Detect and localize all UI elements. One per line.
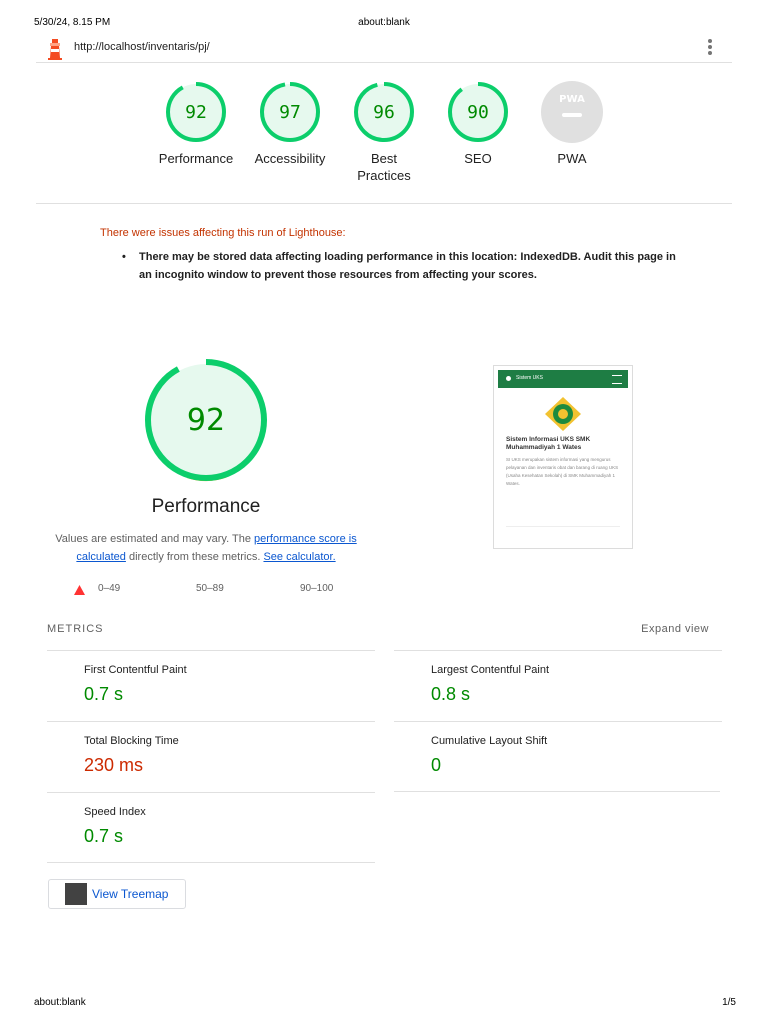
gauge-score: 92 <box>185 102 207 123</box>
expand-view-toggle[interactable]: Expand view <box>641 623 709 635</box>
more-options-icon[interactable] <box>706 39 714 57</box>
warning-title: There were issues affecting this run of … <box>100 227 346 239</box>
lighthouse-logo-icon <box>48 39 62 60</box>
metric-label: First Contentful Paint <box>84 664 187 676</box>
gauge-score: 97 <box>279 102 301 123</box>
metrics-header: METRICS <box>47 623 104 635</box>
performance-title: Performance <box>151 496 261 517</box>
print-title: about:blank <box>358 17 410 28</box>
performance-score: 92 <box>187 403 225 438</box>
desc-prefix: Values are estimated and may vary. The <box>55 533 254 545</box>
screenshot-bar-title: Sistem UKS <box>516 375 543 381</box>
gauge-pwa[interactable]: PWA PWA <box>522 80 622 167</box>
gauge-performance[interactable]: 92 Performance <box>146 80 246 167</box>
pwa-badge-icon: PWA <box>541 81 603 143</box>
metric-label: Total Blocking Time <box>84 735 179 747</box>
metric-value: 0 <box>431 755 442 775</box>
performance-score-gauge-icon: 92 <box>145 359 267 481</box>
warning-list: • There may be stored data affecting loa… <box>122 248 682 284</box>
category-gauges: 92 Performance 97 Accessibility 96 Best … <box>146 80 616 190</box>
final-screenshot[interactable]: Sistem UKS Sistem Informasi UKS SMK Muha… <box>493 365 633 549</box>
bullet-icon: • <box>122 251 126 263</box>
score-gauge-icon: 92 <box>166 82 226 142</box>
gauge-seo[interactable]: 90 SEO <box>428 80 528 167</box>
footer-url: about:blank <box>34 997 86 1008</box>
gauge-best-practices[interactable]: 96 Best Practices <box>334 80 434 184</box>
metric-value: 0.8 s <box>431 684 471 704</box>
metric-label: Speed Index <box>84 806 146 818</box>
metric-largest-contentful-paint: Largest Contentful Paint 0.8 s <box>394 650 722 721</box>
desc-mid: directly from these metrics. <box>125 551 264 563</box>
legend-fail: 0–49 <box>98 583 121 594</box>
score-gauge-icon: 90 <box>448 82 508 142</box>
footer-page-number: 1/5 <box>722 997 736 1008</box>
see-calculator-link[interactable]: See calculator. <box>263 551 335 563</box>
metric-value: 0.7 s <box>84 684 124 704</box>
screenshot-brand-icon <box>506 376 511 381</box>
metric-speed-index: Speed Index 0.7 s <box>47 792 375 863</box>
gauge-label: SEO <box>464 151 492 166</box>
gauge-accessibility[interactable]: 97 Accessibility <box>240 80 340 167</box>
screenshot-navbar: Sistem UKS <box>498 370 628 388</box>
screenshot-heading: Sistem Informasi UKS SMK Muhammadiyah 1 … <box>506 436 591 451</box>
school-logo-icon <box>545 397 581 431</box>
gauge-label: Performance <box>158 151 234 166</box>
legend-average: 50–89 <box>196 583 224 594</box>
metric-cumulative-layout-shift: Cumulative Layout Shift 0 <box>394 721 722 792</box>
treemap-icon <box>65 883 87 905</box>
fail-triangle-icon <box>74 585 85 595</box>
metric-value: 0.7 s <box>84 826 124 846</box>
section-divider <box>36 203 732 204</box>
gauge-score: 96 <box>373 102 395 123</box>
pwa-badge-text: PWA <box>559 94 585 105</box>
legend-pass: 90–100 <box>300 583 334 594</box>
score-gauge-icon: 96 <box>354 82 414 142</box>
gauge-label: PWA <box>557 151 587 166</box>
metrics-divider <box>394 791 720 792</box>
report-url[interactable]: http://localhost/inventaris/pj/ <box>74 41 210 53</box>
metric-total-blocking-time: Total Blocking Time 230 ms <box>47 721 375 792</box>
gauge-score: 90 <box>467 102 489 123</box>
gauge-label: Best Practices <box>357 151 411 183</box>
metric-label: Largest Contentful Paint <box>431 664 550 676</box>
screenshot-menu-icon <box>612 375 622 384</box>
view-treemap-button[interactable]: View Treemap <box>48 879 186 909</box>
performance-gauge: 92 <box>142 356 270 484</box>
screenshot-divider <box>506 526 620 527</box>
metric-value: 230 ms <box>84 755 144 775</box>
score-legend: 0–49 50–89 90–100 <box>74 583 374 599</box>
metric-first-contentful-paint: First Contentful Paint 0.7 s <box>47 650 375 721</box>
score-gauge-icon: 97 <box>260 82 320 142</box>
metrics-divider <box>47 862 375 863</box>
report-url-bar: http://localhost/inventaris/pj/ <box>36 36 732 63</box>
metric-label: Cumulative Layout Shift <box>431 735 548 747</box>
gauge-label: Accessibility <box>254 151 326 166</box>
performance-description: Values are estimated and may vary. The p… <box>46 530 366 566</box>
view-treemap-label: View Treemap <box>92 887 169 901</box>
screenshot-body: SI UKS merupakan sistem informasi yang m… <box>506 457 619 486</box>
warning-item: There may be stored data affecting loadi… <box>139 251 676 281</box>
